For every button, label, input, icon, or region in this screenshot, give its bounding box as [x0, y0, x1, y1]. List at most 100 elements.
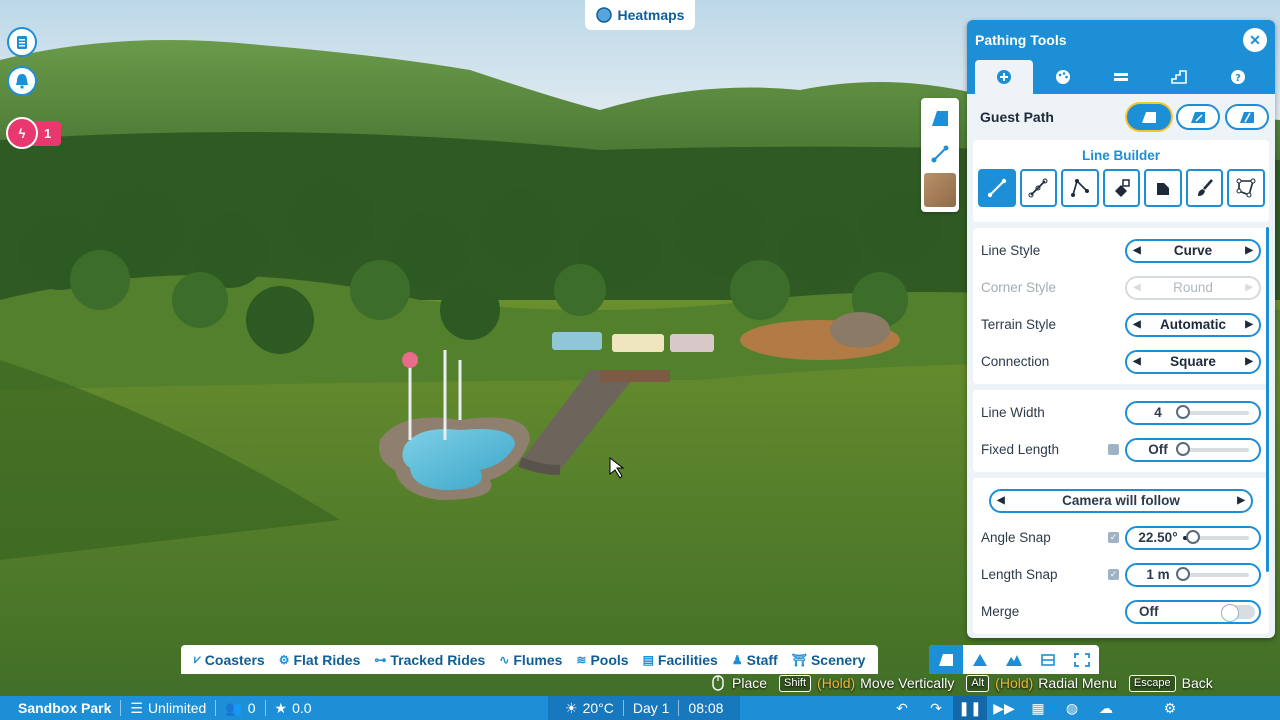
prev-arrow-icon[interactable]: ◀ — [1133, 245, 1141, 256]
guests-display[interactable]: 👥 0 — [216, 700, 264, 717]
fast-forward-button[interactable]: ▶▶ — [987, 696, 1021, 720]
scenery-icon: ⛩ — [791, 652, 807, 667]
path-side-toolbar — [921, 98, 959, 212]
pause-button[interactable]: ❚❚ — [953, 696, 987, 720]
fixed-length-checkbox[interactable] — [1108, 444, 1119, 455]
tab-build[interactable] — [975, 60, 1034, 94]
line-builder-curve[interactable] — [1019, 169, 1058, 207]
line-builder-shape[interactable] — [1102, 169, 1141, 207]
line-builder-node[interactable] — [1227, 169, 1266, 207]
camera-follow-selector[interactable]: ◀ Camera will follow ▶ — [989, 488, 1253, 513]
length-snap-slider[interactable]: 1 m — [1125, 562, 1261, 587]
tab-paint[interactable] — [1033, 60, 1091, 94]
slider-track — [1176, 404, 1249, 419]
path-type-slope[interactable] — [1176, 104, 1220, 130]
next-arrow-icon: ▶ — [1245, 282, 1253, 293]
line-builder-brush[interactable] — [1185, 169, 1224, 207]
next-arrow-icon[interactable]: ▶ — [1245, 319, 1253, 330]
alt-key: Alt — [966, 674, 990, 692]
line-builder-bezier[interactable] — [1061, 169, 1099, 207]
close-button[interactable]: ✕ — [1243, 28, 1267, 52]
settings-button[interactable]: ⚙ — [1153, 696, 1187, 720]
category-label: Flat Rides — [293, 651, 361, 668]
category-flat-rides[interactable]: ⚙ Flat Rides — [272, 652, 368, 668]
time-weather: ☀ 20°C Day 1 08:08 — [548, 696, 741, 720]
length-snap-checkbox[interactable]: ✓ — [1108, 569, 1119, 580]
temperature-value: 20°C — [582, 700, 614, 716]
park-name[interactable]: Sandbox Park — [0, 700, 120, 716]
tab-stairs[interactable] — [1150, 60, 1208, 94]
facilities-icon: ▤ — [642, 652, 654, 667]
fixed-length-label: Fixed Length — [981, 442, 1060, 457]
category-flumes[interactable]: ∿ Flumes — [492, 652, 569, 668]
panel-scrollbar[interactable] — [1266, 227, 1269, 572]
money-value: Unlimited — [147, 700, 207, 716]
angle-snap-checkbox[interactable]: ✓ — [1108, 532, 1119, 543]
shift-key: Shift — [779, 674, 812, 692]
notifications-button[interactable] — [7, 66, 37, 96]
rating-value: 0.0 — [292, 700, 312, 716]
next-arrow-icon[interactable]: ▶ — [1245, 356, 1253, 367]
prev-arrow-icon[interactable]: ◀ — [997, 495, 1005, 506]
category-facilities[interactable]: ▤ Facilities — [636, 652, 725, 668]
undo-button[interactable]: ↶ — [885, 696, 919, 720]
mode-terrain[interactable] — [997, 645, 1031, 674]
path-type-tool[interactable] — [924, 101, 956, 135]
flat-ride-icon: ⚙ — [278, 652, 290, 667]
mode-fullscreen[interactable] — [1065, 645, 1099, 674]
prev-arrow-icon[interactable]: ◀ — [1133, 356, 1141, 367]
tab-help[interactable]: ? — [1209, 60, 1267, 94]
prev-arrow-icon[interactable]: ◀ — [1133, 319, 1141, 330]
weather-display[interactable]: ☀ 20°C — [556, 700, 623, 717]
path-type-steep[interactable] — [1225, 104, 1269, 130]
tab-queue[interactable] — [1092, 60, 1150, 94]
pause-icon: ❚❚ — [958, 699, 982, 716]
management-button[interactable]: ▦ — [1021, 696, 1055, 720]
category-coasters[interactable]: ⩗ Coasters — [187, 652, 272, 668]
park-settings-button[interactable]: ◍ — [1055, 696, 1089, 720]
slider-knob[interactable] — [1176, 441, 1190, 456]
line-tool[interactable] — [924, 137, 956, 171]
category-tracked-rides[interactable]: ⊶ Tracked Rides — [367, 652, 492, 668]
brush-icon — [1197, 179, 1213, 196]
heatmaps-button[interactable]: Heatmaps — [585, 0, 695, 30]
line-builder-straight[interactable] — [978, 169, 1016, 207]
category-staff[interactable]: ♟ Staff — [725, 652, 785, 668]
objectives-button[interactable] — [7, 27, 37, 57]
slider-track — [1176, 441, 1249, 456]
merge-toggle[interactable]: Off — [1125, 599, 1261, 624]
rating-display[interactable]: ★ 0.0 — [266, 700, 321, 717]
mode-terrain-paint[interactable] — [963, 645, 997, 674]
terrain-style-selector[interactable]: ◀ Automatic ▶ — [1125, 312, 1261, 337]
mode-paths[interactable] — [929, 645, 963, 674]
next-arrow-icon[interactable]: ▶ — [1237, 495, 1245, 506]
line-style-label: Line Style — [981, 243, 1041, 258]
category-label: Flumes — [513, 651, 563, 668]
guest-path-row: Guest Path — [967, 94, 1275, 140]
redo-button[interactable]: ↷ — [919, 696, 953, 720]
category-label: Coasters — [204, 651, 265, 668]
slider-knob[interactable] — [1176, 566, 1190, 581]
category-pools[interactable]: ≋ Pools — [569, 652, 635, 668]
surface-texture-tool[interactable] — [924, 173, 956, 207]
line-width-slider[interactable]: 4 — [1125, 400, 1261, 425]
category-scenery[interactable]: ⛩ Scenery — [785, 652, 873, 668]
next-arrow-icon[interactable]: ▶ — [1245, 245, 1253, 256]
line-builder-fill[interactable] — [1144, 169, 1182, 207]
line-style-selector[interactable]: ◀ Curve ▶ — [1125, 238, 1261, 263]
slider-knob[interactable] — [1185, 529, 1200, 544]
connection-selector[interactable]: ◀ Square ▶ — [1125, 349, 1261, 374]
money-display[interactable]: ☰ Unlimited — [121, 700, 215, 717]
clock-display: 08:08 — [679, 700, 732, 716]
mode-blueprints[interactable] — [1031, 645, 1065, 674]
slider-knob[interactable] — [1176, 404, 1190, 419]
path-type-flat[interactable] — [1127, 104, 1171, 130]
weather-button[interactable]: ☁ — [1089, 696, 1123, 720]
fixed-length-slider[interactable]: Off — [1125, 437, 1261, 462]
angle-snap-slider[interactable]: 22.50° — [1125, 525, 1261, 550]
tracked-ride-icon: ⊶ — [374, 652, 387, 667]
alerts-badge[interactable]: ϟ 1 — [6, 117, 62, 149]
shape-icon — [1114, 179, 1130, 197]
fast-forward-icon: ▶▶ — [993, 699, 1015, 716]
camera-follow-value: Camera will follow — [1062, 493, 1180, 508]
